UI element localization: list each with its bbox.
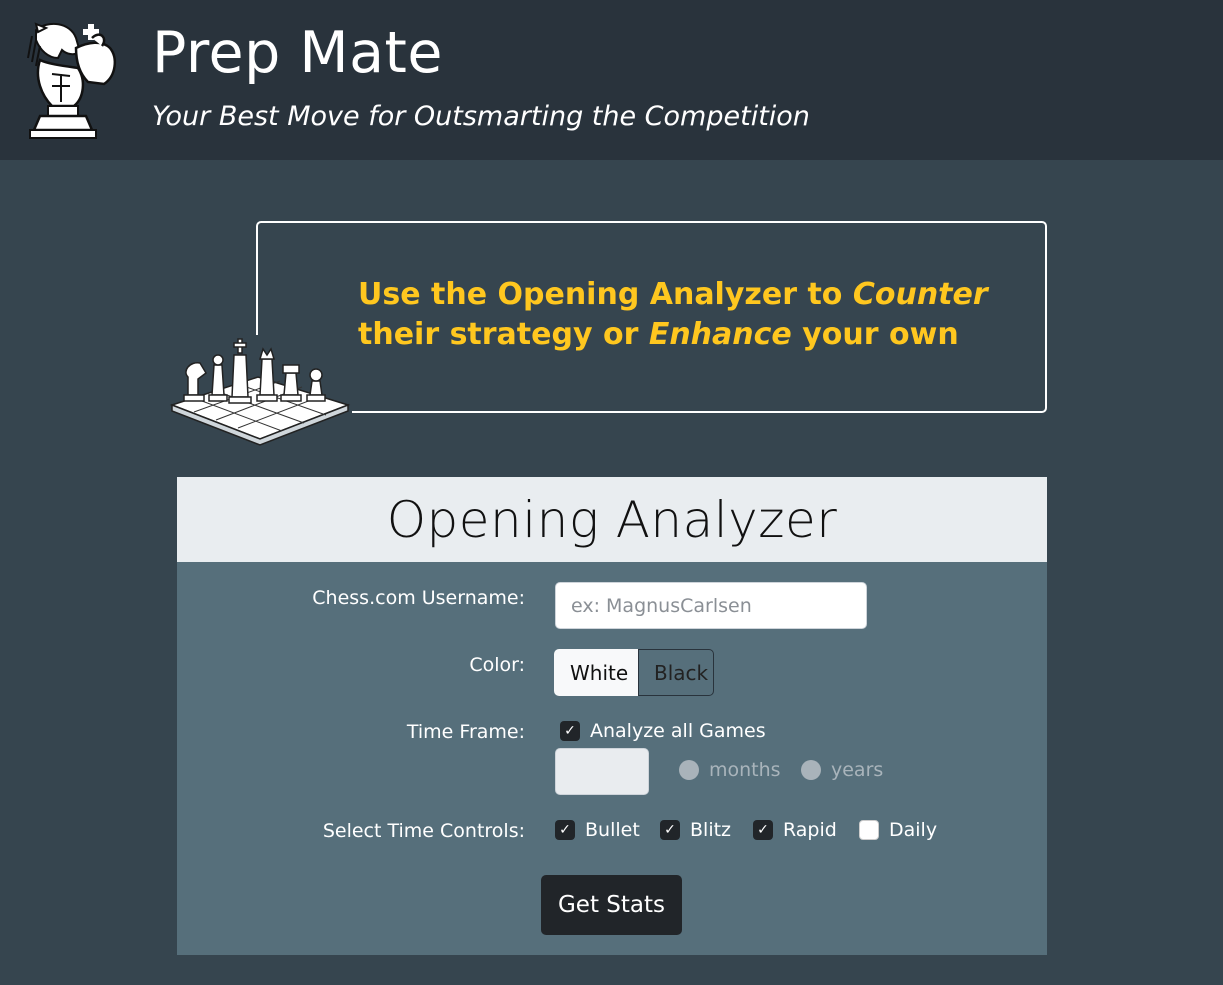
checkmark-icon[interactable]: ✓ — [753, 820, 773, 840]
get-stats-button[interactable]: Get Stats — [541, 875, 682, 935]
promo-enhance-emphasis: Enhance — [648, 317, 792, 352]
brand-tagline: Your Best Move for Outsmarting the Compe… — [152, 101, 810, 132]
empty-checkbox-icon[interactable] — [859, 820, 879, 840]
radio-years[interactable]: years — [801, 759, 883, 781]
opening-analyzer-card: Opening Analyzer Chess.com Username: Col… — [177, 477, 1047, 955]
checkbox-bullet[interactable]: ✓ Bullet — [555, 819, 640, 841]
muscular-knight-logo[interactable] — [18, 18, 126, 142]
site-header: Prep Mate Your Best Move for Outsmarting… — [0, 0, 1223, 160]
card-header: Opening Analyzer — [177, 477, 1047, 562]
color-toggle-group: White Black — [554, 649, 714, 696]
username-input[interactable] — [555, 582, 867, 629]
time-frame-label: Time Frame: — [406, 721, 525, 743]
blitz-label: Blitz — [690, 819, 732, 841]
rapid-label: Rapid — [783, 819, 837, 841]
color-white-button[interactable]: White — [554, 649, 638, 696]
time-frame-number-input[interactable] — [555, 748, 649, 795]
analyze-all-checkbox-row[interactable]: ✓ Analyze all Games — [560, 720, 766, 742]
radio-circle-icon[interactable] — [679, 760, 699, 780]
chess-pieces-board-icon — [168, 335, 352, 453]
time-controls-label: Select Time Controls: — [322, 820, 525, 842]
bullet-label: Bullet — [585, 819, 640, 841]
analyze-all-label: Analyze all Games — [590, 720, 766, 742]
checkbox-rapid[interactable]: ✓ Rapid — [753, 819, 837, 841]
promo-text: Use the Opening Analyzer to Counter thei… — [358, 275, 988, 355]
promo-line1-start: Use the Opening Analyzer to — [358, 277, 853, 312]
color-label: Color: — [469, 654, 525, 676]
promo-line2-start: their strategy or — [358, 317, 649, 352]
checkbox-daily[interactable]: Daily — [859, 819, 937, 841]
color-black-button[interactable]: Black — [638, 649, 714, 696]
radio-circle-icon[interactable] — [801, 760, 821, 780]
daily-label: Daily — [889, 819, 938, 841]
radio-months-label: months — [709, 759, 781, 781]
checkmark-icon[interactable]: ✓ — [560, 721, 580, 741]
promo-line2-end: your own — [791, 317, 959, 352]
radio-years-label: years — [831, 759, 884, 781]
checkmark-icon[interactable]: ✓ — [660, 820, 680, 840]
username-label: Chess.com Username: — [312, 587, 525, 609]
checkmark-icon[interactable]: ✓ — [555, 820, 575, 840]
radio-months[interactable]: months — [679, 759, 781, 781]
checkbox-blitz[interactable]: ✓ Blitz — [660, 819, 731, 841]
card-title: Opening Analyzer — [386, 490, 838, 549]
promo-counter-emphasis: Counter — [852, 277, 988, 312]
brand-title[interactable]: Prep Mate — [152, 20, 443, 86]
